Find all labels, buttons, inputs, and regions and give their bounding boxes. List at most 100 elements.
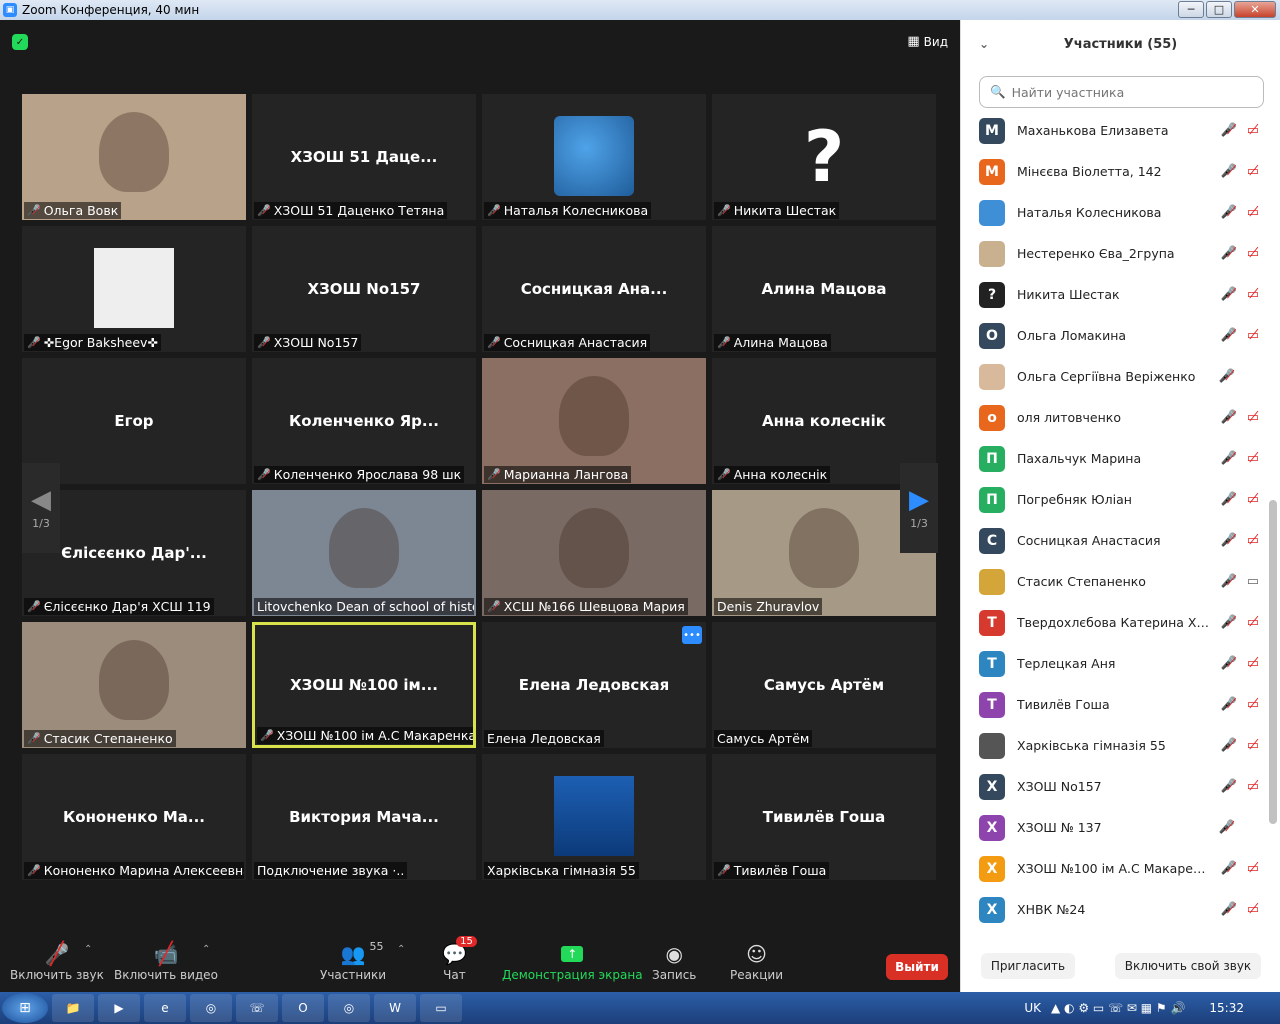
microphone-off-icon: 🎤 ╱ (44, 941, 70, 967)
participant-row[interactable]: Т Терлецкая Аня 🎤̸ ▭̸ (961, 643, 1267, 684)
video-tile[interactable]: 🎤̸ Стасик Степаненко (22, 622, 246, 748)
video-tile[interactable]: Тивилёв Гоша 🎤̸ Тивилёв Гоша (712, 754, 936, 880)
close-button[interactable]: ✕ (1234, 1, 1276, 18)
participant-row[interactable]: Х ХЗОШ No157 🎤̸ ▭̸ (961, 766, 1267, 807)
taskbar-app-icon[interactable]: ▭ (420, 994, 462, 1022)
video-tile[interactable]: Коленченко Яр... 🎤̸ Коленченко Ярослава 98… (252, 358, 476, 484)
video-tile[interactable]: Сосницкая Ана... 🎤̸ Сосницкая Анастасия (482, 226, 706, 352)
participant-avatar: Х (979, 773, 1005, 800)
participant-row[interactable]: М Маханькова Елизавета 🎤̸ ▭̸ (961, 110, 1267, 151)
participant-row[interactable]: о оля литовченко 🎤̸ ▭̸ (961, 397, 1267, 438)
video-tile[interactable]: 🎤̸ Ольга Вовк (22, 94, 246, 220)
participant-row[interactable]: Т Тивилёв Гоша 🎤̸ ▭̸ (961, 684, 1267, 725)
video-tile[interactable]: 🎤̸ ХСШ №166 Шевцова Мария (482, 490, 706, 616)
start-button[interactable]: ⊞ (2, 993, 48, 1023)
profile-picture (554, 116, 634, 196)
participant-row[interactable]: С Сосницкая Анастасия 🎤̸ ▭̸ (961, 520, 1267, 561)
taskbar-app-icon[interactable]: O (282, 994, 324, 1022)
video-tile[interactable]: ХЗОШ №100 ім... 🎤̸ ХЗОШ №100 ім А.С Макаре… (252, 622, 476, 748)
camera-off-icon: ▭̸ (1246, 164, 1259, 179)
participant-row[interactable]: Нестеренко Єва_2група 🎤̸ ▭̸ (961, 233, 1267, 274)
video-tile[interactable]: ? 🎤̸ Никита Шестак (712, 94, 936, 220)
participant-row[interactable]: ? Никита Шестак 🎤̸ ▭̸ (961, 274, 1267, 315)
more-options-icon[interactable]: ••• (682, 626, 702, 644)
participant-row[interactable]: Наталья Колесникова 🎤̸ ▭̸ (961, 192, 1267, 233)
participant-row[interactable]: Х ХЗОШ №100 ім А.С Макаренк... 🎤̸ ▭̸ (961, 848, 1267, 889)
camera-off-icon: ▭̸ (1246, 287, 1259, 302)
maximize-button[interactable]: □ (1206, 1, 1232, 18)
taskbar-app-icon[interactable]: ◎ (190, 994, 232, 1022)
taskbar-app-icon[interactable]: 📁 (52, 994, 94, 1022)
taskbar-app-icon[interactable]: ▶ (98, 994, 140, 1022)
unmute-self-button[interactable]: Включить свой звук (1114, 953, 1262, 979)
participant-row[interactable]: Харківська гімназія 55 🎤̸ ▭̸ (961, 725, 1267, 766)
audio-options-chevron-icon[interactable]: ⌃ (84, 944, 92, 955)
microphone-muted-icon: 🎤̸ (1220, 779, 1237, 794)
video-tile[interactable]: Виктория Мача... Подключение звука ·.. (252, 754, 476, 880)
video-tile[interactable]: Алина Мацова 🎤̸ Алина Мацова (712, 226, 936, 352)
record-button[interactable]: ◉ Запись (652, 940, 696, 982)
video-grid: 🎤̸ Ольга Вовк ХЗОШ 51 Даце... 🎤̸ ХЗОШ 51 Дац… (22, 94, 938, 881)
participant-row[interactable]: П Погребняк Юліан 🎤̸ ▭̸ (961, 479, 1267, 520)
microphone-muted-icon: 🎤̸ (1220, 697, 1237, 712)
tile-name-label: 🎤̸ Кононенко Марина Алексеевна (24, 862, 244, 879)
participant-row[interactable]: Стасик Степаненко 🎤̸ ▭ (961, 561, 1267, 602)
video-tile[interactable]: Самусь Артём Самусь Артём (712, 622, 936, 748)
participant-name: Мінєєва Віолетта, 142 (1017, 164, 1162, 179)
view-button[interactable]: ▦ Вид (907, 34, 948, 49)
participant-row[interactable]: О Ольга Ломакина 🎤̸ ▭̸ (961, 315, 1267, 356)
security-shield-icon[interactable]: ✓ (12, 34, 28, 50)
camera-off-icon: ▭̸ (1246, 697, 1259, 712)
video-options-chevron-icon[interactable]: ⌃ (202, 944, 210, 955)
participant-row[interactable]: П Пахальчук Марина 🎤̸ ▭̸ (961, 438, 1267, 479)
video-tile[interactable]: 🎤̸ ✜Egor Baksheev✜ (22, 226, 246, 352)
participant-display-name: Тивилёв Гоша (762, 808, 886, 826)
microphone-muted-icon: 🎤̸ (27, 336, 41, 349)
participants-options-chevron-icon[interactable]: ⌃ (397, 944, 405, 955)
microphone-muted-icon: 🎤̸ (27, 864, 41, 877)
reactions-button[interactable]: ☺ Реакции (730, 940, 783, 982)
participant-row[interactable]: М Мінєєва Віолетта, 142 🎤̸ ▭̸ (961, 151, 1267, 192)
participants-scrollbar[interactable] (1269, 500, 1277, 824)
participant-row[interactable]: Ольга Сергіївна Веріженко 🎤̸ (961, 356, 1267, 397)
participant-row[interactable]: Х ХЗОШ № 137 🎤̸ (961, 807, 1267, 848)
video-tile[interactable]: Елена Ледовская ••• Елена Ледовская (482, 622, 706, 748)
participant-name: оля литовченко (1017, 410, 1121, 425)
participant-row[interactable]: Т Твердохлєбова Катерина ХЗО... 🎤̸ ▭̸ (961, 602, 1267, 643)
participant-search[interactable]: 🔍 (979, 76, 1264, 108)
video-tile[interactable]: Litovchenko Dean of school of histo... (252, 490, 476, 616)
tray-icons[interactable]: ▲ ◐ ⚙ ▭ ☏ ✉ ▦ ⚑ 🔊 (1051, 1001, 1185, 1015)
video-tile[interactable]: 🎤̸ Марианна Лангова (482, 358, 706, 484)
participant-row[interactable]: Х ХНВК №24 🎤̸ ▭̸ (961, 889, 1267, 930)
participant-display-name: Коленченко Яр... (288, 412, 439, 430)
participant-name: Стасик Степаненко (1017, 574, 1146, 589)
minimize-button[interactable]: ─ (1178, 1, 1204, 18)
taskbar-app-icon[interactable]: W (374, 994, 416, 1022)
invite-button[interactable]: Пригласить (980, 953, 1076, 979)
participant-status-icons: 🎤̸ ▭̸ (1221, 164, 1259, 179)
participant-status-icons: 🎤̸ ▭̸ (1221, 902, 1259, 917)
collapse-chevron-icon[interactable]: ⌄ (979, 37, 989, 51)
video-tile[interactable]: ХЗОШ 51 Даце... 🎤̸ ХЗОШ 51 Даценко Тетяна (252, 94, 476, 220)
participants-count: 55 (369, 940, 384, 953)
previous-page-button[interactable]: ◀ 1/3 (22, 463, 60, 553)
video-tile[interactable]: 🎤̸ Наталья Колесникова (482, 94, 706, 220)
microphone-muted-icon: 🎤̸ (1220, 287, 1237, 302)
participant-search-input[interactable] (1011, 84, 1232, 100)
microphone-muted-icon: 🎤̸ (27, 600, 41, 613)
taskbar-app-icon[interactable]: e (144, 994, 186, 1022)
video-tile[interactable]: ХЗОШ No157 🎤̸ ХЗОШ No157 (252, 226, 476, 352)
language-indicator[interactable]: UK (1024, 1001, 1041, 1015)
taskbar-app-icon[interactable]: ☏ (236, 994, 278, 1022)
clock[interactable]: 15:32 (1209, 1001, 1244, 1015)
leave-button[interactable]: Выйти (886, 954, 948, 980)
chat-button[interactable]: 💬 15 Чат (442, 936, 477, 982)
tile-name-label: 🎤̸ Марианна Лангова (484, 466, 632, 483)
share-screen-button[interactable]: ↑ Демонстрация экрана (502, 940, 643, 982)
next-page-button[interactable]: ▶ 1/3 (900, 463, 938, 553)
video-tile[interactable]: Кононенко Ма... 🎤̸ Кононенко Марина Алексе… (22, 754, 246, 880)
participants-button[interactable]: 👥 55 Участники (320, 940, 386, 982)
video-tile[interactable]: Харківська гімназія 55 (482, 754, 706, 880)
tile-name-label: 🎤̸ Наталья Колесникова (484, 202, 652, 219)
taskbar-app-icon[interactable]: ◎ (328, 994, 370, 1022)
